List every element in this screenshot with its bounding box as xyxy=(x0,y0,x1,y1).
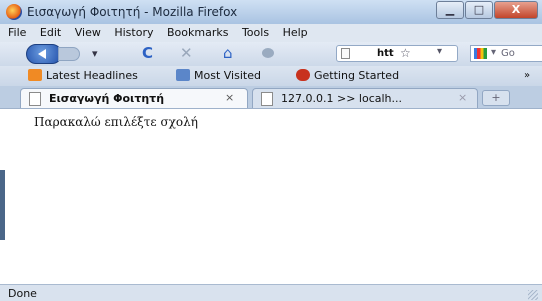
select-school-message: Παρακαλώ επιλέξτε σχολή xyxy=(34,115,198,129)
reload-icon[interactable]: C xyxy=(142,45,153,61)
tab-eisagogi-foititi[interactable]: Εισαγωγή Φοιτητή × xyxy=(20,88,248,108)
menu-edit[interactable]: Edit xyxy=(40,24,61,42)
bookmark-label: Most Visited xyxy=(194,69,261,82)
bookmark-latest-headlines[interactable]: Latest Headlines xyxy=(28,69,138,83)
tab-localhost[interactable]: 127.0.0.1 >> localh... × xyxy=(252,88,478,108)
maximize-button[interactable]: □ xyxy=(465,1,493,19)
stop-icon[interactable]: ✕ xyxy=(180,45,193,61)
status-text: Done xyxy=(8,287,37,300)
new-tab-button[interactable]: + xyxy=(482,90,510,106)
most-visited-icon xyxy=(176,69,190,81)
firefox-logo-icon xyxy=(6,4,22,20)
url-text: htt xyxy=(377,48,394,59)
tab-label: Εισαγωγή Φοιτητή xyxy=(49,92,165,105)
navigation-toolbar: ▾ C ✕ ⌂ htt ☆ ▾ ▾ Go xyxy=(0,42,542,66)
window-edge xyxy=(0,170,5,240)
menu-help[interactable]: Help xyxy=(283,24,308,42)
bookmark-label: Latest Headlines xyxy=(46,69,138,82)
url-bar[interactable]: htt ☆ ▾ xyxy=(336,45,458,62)
page-icon xyxy=(341,48,350,59)
menu-tools[interactable]: Tools xyxy=(242,24,269,42)
tab-strip: Εισαγωγή Φοιτητή × 127.0.0.1 >> localh..… xyxy=(0,86,542,108)
menu-bar: File Edit View History Bookmarks Tools H… xyxy=(0,24,542,42)
getting-started-icon xyxy=(296,69,310,81)
url-dropdown-icon[interactable]: ▾ xyxy=(437,46,442,57)
menu-view[interactable]: View xyxy=(75,24,101,42)
bookmark-getting-started[interactable]: Getting Started xyxy=(296,69,399,83)
home-icon[interactable]: ⌂ xyxy=(223,45,233,61)
back-button[interactable] xyxy=(26,44,62,64)
page-content: Παρακαλώ επιλέξτε σχολή xyxy=(0,108,542,285)
page-icon xyxy=(261,92,273,106)
bookmark-star-icon[interactable]: ☆ xyxy=(400,46,411,60)
google-icon xyxy=(474,48,487,59)
bookmark-label: Getting Started xyxy=(314,69,400,82)
search-engine-dropdown-icon[interactable]: ▾ xyxy=(491,47,496,58)
menu-file[interactable]: File xyxy=(8,24,26,42)
resize-grip-icon[interactable] xyxy=(528,290,538,300)
tab-label: 127.0.0.1 >> localh... xyxy=(281,92,402,105)
bookmark-most-visited[interactable]: Most Visited xyxy=(176,69,261,83)
window-title: Εισαγωγή Φοιτητή - Mozilla Firefox xyxy=(27,5,238,19)
bookmarks-overflow-icon[interactable]: » xyxy=(524,69,530,83)
close-button[interactable]: X xyxy=(494,1,538,19)
history-dropdown-icon[interactable]: ▾ xyxy=(92,46,98,62)
page-icon xyxy=(29,92,41,106)
search-box[interactable]: ▾ Go xyxy=(470,45,542,62)
browser-window: Εισαγωγή Φοιτητή - Mozilla Firefox ▁ □ X… xyxy=(0,0,542,301)
window-controls: ▁ □ X xyxy=(435,1,538,19)
tab-close-icon[interactable]: × xyxy=(458,91,467,104)
title-bar: Εισαγωγή Φοιτητή - Mozilla Firefox ▁ □ X xyxy=(0,0,542,24)
search-placeholder: Go xyxy=(501,48,515,59)
forward-button[interactable] xyxy=(58,47,80,61)
menu-bookmarks[interactable]: Bookmarks xyxy=(167,24,228,42)
rss-icon xyxy=(28,69,42,81)
bookmarks-toolbar: Latest Headlines Most Visited Getting St… xyxy=(0,66,542,86)
menu-history[interactable]: History xyxy=(114,24,153,42)
feed-icon[interactable] xyxy=(262,48,274,58)
status-bar: Done xyxy=(0,284,542,301)
minimize-button[interactable]: ▁ xyxy=(436,1,464,19)
tab-close-icon[interactable]: × xyxy=(225,91,234,104)
